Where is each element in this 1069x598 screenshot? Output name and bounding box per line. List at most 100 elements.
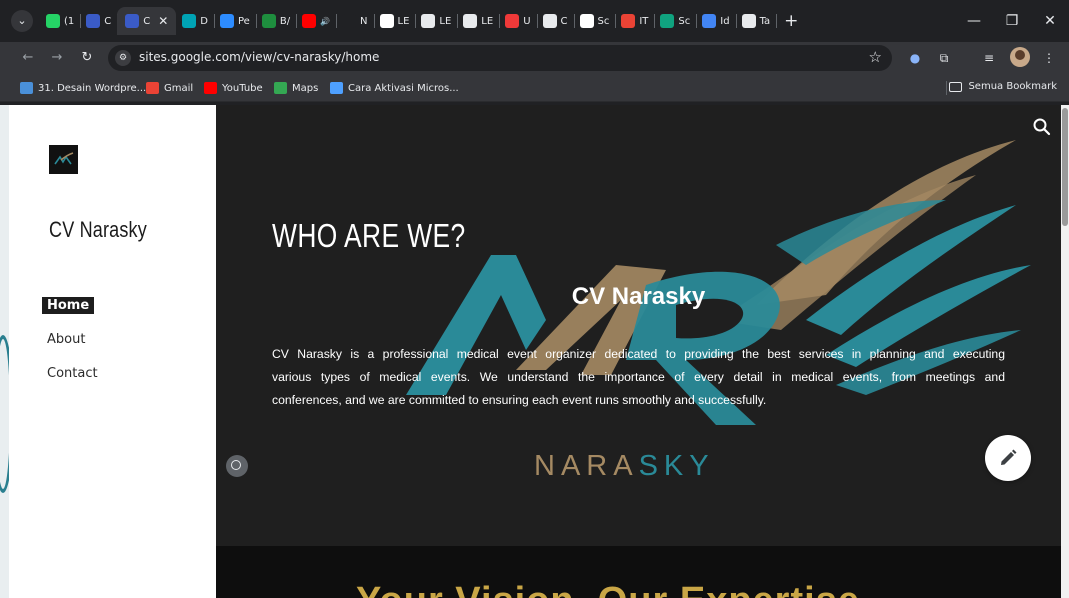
canva-icon bbox=[182, 14, 197, 28]
browser-tab[interactable]: Id bbox=[696, 7, 737, 35]
bookmark-site-icon bbox=[330, 82, 343, 94]
browser-tab[interactable]: Pe bbox=[214, 7, 257, 35]
bookmark-item[interactable]: 31. Desain Wordpre... bbox=[20, 81, 146, 95]
tab-title: LE bbox=[397, 15, 410, 27]
profile-avatar[interactable] bbox=[1010, 47, 1030, 67]
tab-title: U bbox=[523, 15, 531, 27]
bookmark-label: YouTube bbox=[222, 82, 263, 94]
chrome-icon bbox=[741, 14, 756, 28]
bookmarks-bar: Semua Bookmark 31. Desain Wordpre... Gmai… bbox=[0, 74, 1069, 102]
bookmark-site-icon bbox=[20, 82, 33, 94]
browser-tab[interactable]: LE bbox=[415, 7, 459, 35]
tab-title: Sc bbox=[678, 15, 691, 27]
audio-playing-icon[interactable]: 🔊 bbox=[320, 17, 330, 26]
address-bar[interactable]: ⚙ sites.google.com/view/cv-narasky/home … bbox=[108, 45, 892, 71]
hero-subheading: CV Narasky bbox=[571, 283, 706, 310]
page-left-edge bbox=[0, 105, 9, 598]
edit-button[interactable] bbox=[985, 435, 1031, 481]
search-icon[interactable] bbox=[1032, 117, 1052, 137]
bookmark-item[interactable]: Maps bbox=[274, 81, 318, 95]
site-logo[interactable] bbox=[49, 145, 78, 174]
extension-icon[interactable]: ● bbox=[906, 49, 924, 67]
sites-icon bbox=[86, 14, 101, 28]
whatsapp-icon bbox=[46, 14, 60, 28]
bookmarks-divider bbox=[946, 81, 947, 95]
youtube-icon bbox=[204, 82, 217, 94]
browser-tab[interactable]: Sc bbox=[574, 7, 617, 35]
bookmark-label: 31. Desain Wordpre... bbox=[38, 82, 147, 94]
browser-tab[interactable]: Ta bbox=[736, 7, 778, 35]
tab-title: C bbox=[104, 15, 112, 27]
browser-tab[interactable]: B/ bbox=[256, 7, 298, 35]
notion-icon bbox=[342, 14, 357, 28]
tab-title: Sc bbox=[597, 15, 610, 27]
browser-tab[interactable]: C bbox=[537, 7, 575, 35]
hero-description: CV Narasky is a professional medical eve… bbox=[272, 343, 1005, 412]
browser-tab[interactable]: LE bbox=[457, 7, 501, 35]
browser-tab[interactable]: 🔊 bbox=[296, 7, 338, 35]
site-info-icon[interactable]: ⚙ bbox=[115, 50, 131, 66]
hero-description-line: various types of medical events. We unde… bbox=[272, 370, 1005, 384]
site-sidebar: CV Narasky Home About Contact bbox=[9, 105, 216, 598]
reading-list-icon[interactable]: ≡ bbox=[980, 49, 998, 67]
browser-tab[interactable]: LE bbox=[374, 7, 417, 35]
bookmark-star-icon[interactable]: ☆ bbox=[869, 48, 882, 66]
bookmark-item[interactable]: Gmail bbox=[146, 81, 193, 95]
zoom-icon bbox=[220, 14, 234, 28]
hero-section: WHO ARE WE? CV Narasky CV Narasky is a p… bbox=[216, 105, 1061, 546]
browser-tab[interactable]: C bbox=[80, 7, 119, 35]
browser-tab[interactable]: IT bbox=[615, 7, 656, 35]
url-text[interactable]: sites.google.com/view/cv-narasky/home bbox=[139, 50, 379, 64]
bookmark-item[interactable]: YouTube bbox=[204, 81, 263, 95]
gmail-icon bbox=[146, 82, 159, 94]
nav-item-contact[interactable]: Contact bbox=[42, 365, 103, 382]
bookmark-label: Gmail bbox=[164, 82, 194, 94]
extensions-puzzle-icon[interactable]: ⧉ bbox=[935, 49, 953, 67]
vivaldi-icon bbox=[505, 14, 520, 28]
close-tab-icon[interactable]: ✕ bbox=[158, 14, 168, 28]
bookmark-item[interactable]: Cara Aktivasi Micros... bbox=[330, 81, 459, 95]
browser-tab[interactable]: (1 bbox=[40, 7, 82, 35]
site-info-button[interactable] bbox=[226, 455, 248, 477]
restore-button[interactable]: ❐ bbox=[993, 0, 1031, 42]
tab-list: (1 C C ✕ D Pe B/ 🔊 N LE LE LE U C Sc IT Sc Id Ta + bbox=[40, 7, 798, 35]
all-bookmarks-button[interactable]: Semua Bookmark bbox=[949, 81, 1057, 92]
chrome-menu-icon[interactable]: ⋮ bbox=[1040, 49, 1058, 67]
tab-title: Id bbox=[720, 15, 730, 27]
site-title[interactable]: CV Narasky bbox=[49, 217, 147, 243]
forward-button[interactable]: → bbox=[48, 49, 66, 67]
reload-button[interactable]: ↻ bbox=[78, 49, 96, 67]
narasky-wordmark: NARASKY bbox=[534, 450, 715, 483]
close-window-button[interactable]: ✕ bbox=[1031, 0, 1069, 42]
site-page: CV Narasky Home About Contact WHO ARE WE… bbox=[9, 105, 1061, 598]
browser-tab[interactable]: D bbox=[176, 7, 215, 35]
browser-tab[interactable]: Sc bbox=[654, 7, 698, 35]
browser-tab[interactable]: N bbox=[336, 7, 375, 35]
tab-title: (1 bbox=[64, 15, 75, 27]
new-tab-button[interactable]: + bbox=[784, 11, 798, 31]
tab-search-button[interactable]: ⌄ bbox=[11, 10, 33, 32]
chatgpt-icon bbox=[660, 14, 675, 28]
tab-title: C bbox=[560, 15, 568, 27]
nav-item-home[interactable]: Home bbox=[42, 297, 95, 314]
tab-title: Pe bbox=[238, 15, 250, 27]
sites-icon bbox=[125, 14, 140, 28]
tab-title: N bbox=[360, 15, 368, 27]
minimize-button[interactable]: — bbox=[955, 0, 993, 42]
bookmark-label: Maps bbox=[292, 82, 319, 94]
tab-title: Ta bbox=[759, 15, 771, 27]
nav-item-about[interactable]: About bbox=[42, 331, 90, 348]
page-scrollbar-thumb[interactable] bbox=[1062, 108, 1068, 226]
back-button[interactable]: ← bbox=[19, 49, 37, 67]
all-bookmarks-label: Semua Bookmark bbox=[968, 81, 1057, 92]
tagline-section: Your Vision, Our Expertise bbox=[216, 546, 1061, 598]
youtube-icon bbox=[302, 14, 317, 28]
browser-tab[interactable]: C ✕ bbox=[117, 7, 177, 35]
docs-icon bbox=[702, 14, 717, 28]
browser-tab[interactable]: U bbox=[499, 7, 538, 35]
google-icon bbox=[379, 14, 394, 28]
tab-title: LE bbox=[481, 15, 494, 27]
google-icon bbox=[579, 14, 594, 28]
browser-toolbar: ← → ↻ ⚙ sites.google.com/view/cv-narasky… bbox=[0, 42, 1069, 74]
maps-icon bbox=[274, 82, 287, 94]
